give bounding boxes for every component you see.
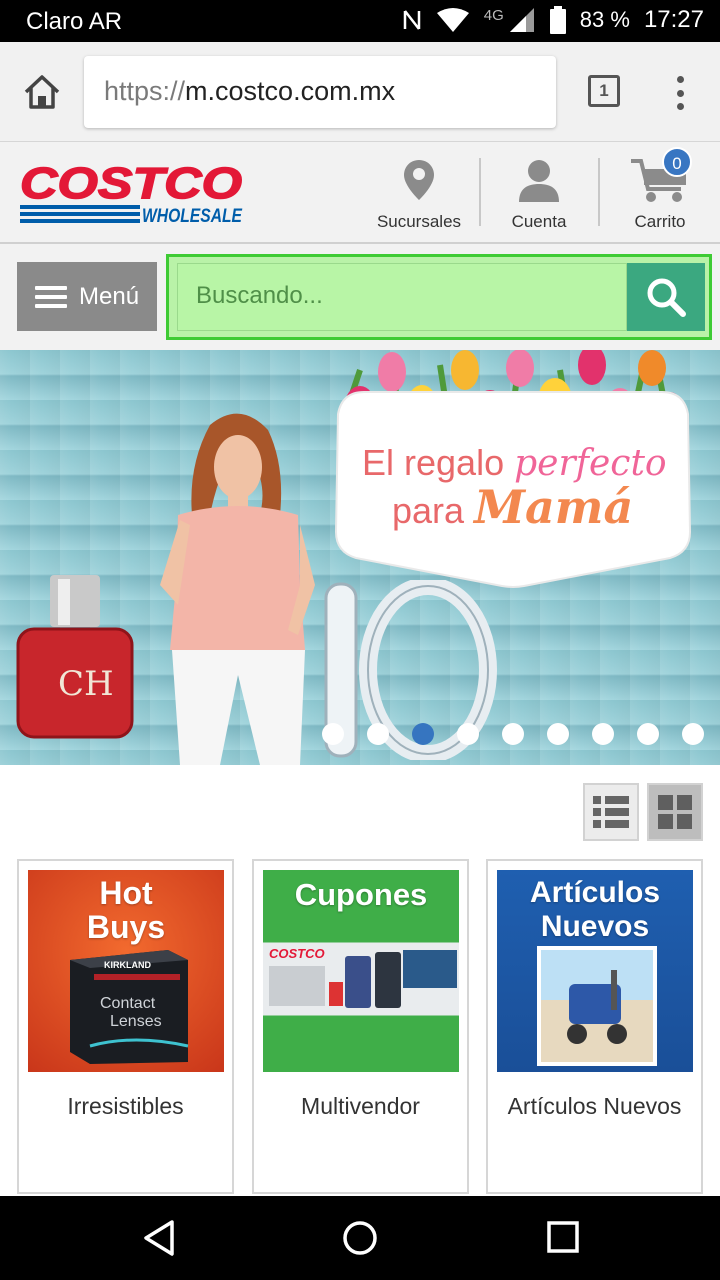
search-input[interactable]: Buscando... <box>177 263 627 331</box>
menu-label: Menú <box>79 282 140 310</box>
svg-text:Lenses: Lenses <box>110 1013 162 1030</box>
thumb-heading: Hot Buys <box>86 875 166 945</box>
svg-text:KIRKLAND: KIRKLAND <box>104 960 151 970</box>
cart-count-badge: 0 <box>662 147 692 177</box>
thumb-heading: Cupones <box>294 877 428 912</box>
banner-headline-line1: El regalo perfecto <box>362 442 667 484</box>
promo-banner[interactable]: El regalo perfecto para Mamá CH <box>0 350 720 765</box>
signal-icon <box>509 8 534 32</box>
browser-toolbar: https://m.costco.com.mx 1 <box>0 42 720 142</box>
search-icon <box>647 278 686 317</box>
back-icon[interactable] <box>140 1218 180 1258</box>
category-title: Irresistibles <box>67 1093 184 1119</box>
account-label: Cuenta <box>511 212 567 231</box>
hamburger-icon <box>35 285 67 308</box>
android-nav-bar <box>0 1196 720 1280</box>
menu-button[interactable]: Menú <box>17 262 157 331</box>
recents-icon[interactable] <box>546 1220 580 1254</box>
stores-label: Sucursales <box>376 212 462 231</box>
grid-view-icon <box>658 795 692 829</box>
cupones-image: Cupones COSTCO <box>263 870 459 1072</box>
beach-cart-photo <box>537 946 657 1066</box>
tab-switcher-button[interactable]: 1 <box>588 75 620 107</box>
carousel-dot[interactable] <box>457 723 479 745</box>
location-pin-icon <box>404 160 434 200</box>
carousel-dot[interactable] <box>322 723 344 745</box>
carousel-dot[interactable] <box>412 723 434 745</box>
svg-text:Contact: Contact <box>100 995 156 1012</box>
category-title: Artículos Nuevos <box>507 1093 682 1119</box>
carousel-dot[interactable] <box>637 723 659 745</box>
search-row: Menú Buscando... <box>0 244 720 350</box>
carousel-dot[interactable] <box>367 723 389 745</box>
search-box: Buscando... <box>166 254 712 340</box>
thumb-heading: Artículos Nuevos <box>529 876 661 943</box>
category-card-articulos-nuevos[interactable]: Artículos Nuevos Artículos Nuevos <box>486 859 703 1194</box>
address-bar[interactable]: https://m.costco.com.mx <box>84 56 556 128</box>
overflow-menu-icon[interactable] <box>674 76 686 110</box>
costco-logo[interactable]: COSTCO WHOLESALE <box>18 160 244 224</box>
coupon-strip <box>263 1018 459 1072</box>
logo-costco-text: COSTCO <box>20 160 242 208</box>
carousel-dot[interactable] <box>592 723 614 745</box>
nfc-icon <box>403 10 421 30</box>
carousel-dot[interactable] <box>547 723 569 745</box>
grid-view-toggle[interactable] <box>647 783 703 841</box>
perfume-mark: CH <box>58 664 114 704</box>
battery-icon <box>549 6 566 34</box>
hot-buys-image: Hot Buys KIRKLAND Contact Lenses <box>28 870 224 1072</box>
carousel-dot[interactable] <box>682 723 704 745</box>
header-divider <box>479 158 481 226</box>
search-button[interactable] <box>627 263 705 331</box>
site-header: COSTCO WHOLESALE Sucursales Cuenta Carri… <box>0 142 720 244</box>
category-card-cupones[interactable]: Cupones COSTCO Multivendor <box>252 859 469 1194</box>
stores-link[interactable]: Sucursales <box>364 156 474 236</box>
category-title: Multivendor <box>301 1093 420 1119</box>
list-view-toggle[interactable] <box>583 783 639 841</box>
carousel-indicators <box>322 723 704 745</box>
url-scheme: https:// <box>104 76 186 106</box>
list-view-icon <box>593 796 629 828</box>
home-nav-icon[interactable] <box>340 1218 380 1258</box>
wifi-icon <box>436 8 469 32</box>
banner-headline-line2: para Mamá <box>392 480 634 534</box>
model-image <box>160 413 315 765</box>
articulos-nuevos-image: Artículos Nuevos <box>497 870 693 1072</box>
perfume-image: CH <box>16 575 134 739</box>
url-host: m.costco.com.mx <box>185 76 396 106</box>
screen: Claro AR 4G 83 % 17:27 https://m.costco.… <box>0 0 720 1280</box>
status-bar: Claro AR 4G 83 % 17:27 <box>0 0 720 42</box>
header-divider <box>598 158 600 226</box>
battery-level: 83 % <box>579 7 630 32</box>
clock: 17:27 <box>643 6 704 33</box>
coupon-products: COSTCO <box>269 946 457 1008</box>
logo-wholesale-text: WHOLESALE <box>142 206 243 224</box>
home-icon[interactable] <box>22 72 62 112</box>
contact-lenses-box: KIRKLAND Contact Lenses <box>70 950 189 1064</box>
user-icon <box>519 160 559 202</box>
category-card-hot-buys[interactable]: Hot Buys KIRKLAND Contact Lenses Irresist… <box>17 859 234 1194</box>
carousel-dot[interactable] <box>502 723 524 745</box>
cart-link[interactable]: Carrito <box>605 156 715 236</box>
carrier-name: Claro AR <box>26 8 123 35</box>
status-icons: 4G 83 % 17:27 <box>402 6 704 34</box>
cart-label: Carrito <box>634 212 686 231</box>
network-type: 4G <box>483 6 504 24</box>
svg-text:COSTCO: COSTCO <box>269 946 325 961</box>
account-link[interactable]: Cuenta <box>484 156 594 236</box>
